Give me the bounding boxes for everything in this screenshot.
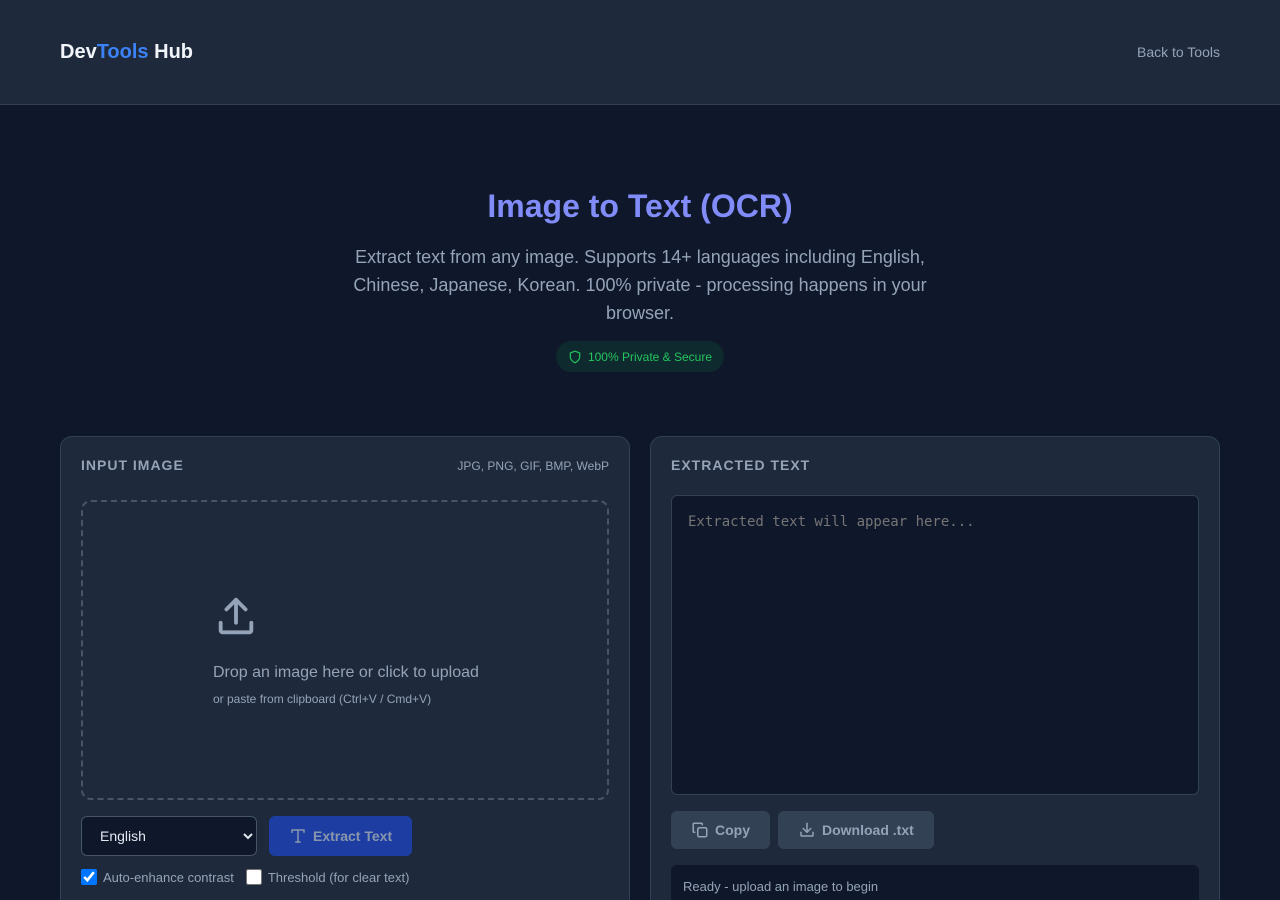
page-description: Extract text from any image. Supports 14… (353, 247, 927, 323)
threshold-label: Threshold (for clear text) (267, 869, 410, 885)
threshold-checkbox[interactable] (245, 869, 262, 885)
privacy-badge-label: 100% Private & Secure (587, 349, 713, 364)
image-dropzone[interactable]: Drop an image here or click to upload or… (81, 500, 609, 800)
page-title: Image to Text (OCR) (487, 188, 793, 224)
auto-enhance-checkbox[interactable] (81, 869, 97, 885)
input-panel-title: INPUT IMAGE (81, 457, 184, 473)
auto-enhance-option[interactable]: Auto-enhance contrast (81, 869, 234, 885)
language-select[interactable]: English (81, 816, 257, 856)
upload-icon (218, 597, 254, 635)
download-label: Download .txt (822, 822, 914, 838)
shield-icon (569, 350, 581, 363)
logo-dev: Dev (60, 40, 97, 63)
download-txt-button[interactable]: Download .txt (778, 811, 934, 849)
text-icon (291, 829, 305, 843)
input-panel-header: INPUT IMAGE JPG, PNG, GIF, BMP, WebP (81, 457, 609, 473)
copy-button[interactable]: Copy (671, 811, 770, 849)
extract-text-label: Extract Text (313, 828, 393, 844)
logo[interactable]: DevTools Hub (60, 41, 193, 64)
auto-enhance-label: Auto-enhance contrast (103, 869, 234, 885)
threshold-option[interactable]: Threshold (for clear text) (245, 869, 410, 885)
output-panel-header: EXTRACTED TEXT (671, 457, 1199, 473)
output-actions: Copy Download .txt (671, 811, 934, 849)
output-panel-title: EXTRACTED TEXT (671, 457, 811, 473)
copy-icon (692, 822, 708, 838)
dropzone-main-text: Drop an image here or click to upload (213, 664, 479, 681)
back-to-tools-link[interactable]: Back to Tools (1137, 44, 1220, 60)
input-panel: INPUT IMAGE JPG, PNG, GIF, BMP, WebP Dro… (60, 436, 630, 900)
privacy-badge: 100% Private & Secure (555, 341, 725, 372)
logo-tools: Tools (96, 40, 149, 63)
supported-formats: JPG, PNG, GIF, BMP, WebP (457, 459, 609, 473)
output-panel: EXTRACTED TEXT Copy Download .txt Ready … (650, 436, 1220, 900)
extracted-text-output[interactable] (671, 495, 1199, 795)
dropzone-content: Drop an image here or click to upload or… (213, 594, 479, 706)
download-icon (800, 822, 814, 837)
preprocess-options: Auto-enhance contrast Threshold (for cle… (81, 869, 409, 885)
logo-hub: Hub (148, 40, 193, 63)
input-controls: English Extract Text (81, 816, 413, 856)
copy-label: Copy (715, 822, 750, 838)
hero: Image to Text (OCR) Extract text from an… (0, 105, 1280, 372)
tool-panels: INPUT IMAGE JPG, PNG, GIF, BMP, WebP Dro… (60, 436, 1220, 900)
status-message: Ready - upload an image to begin (671, 865, 1199, 900)
site-header: DevTools Hub Back to Tools (0, 0, 1280, 105)
extract-text-button[interactable]: Extract Text (269, 816, 413, 856)
dropzone-sub-text: or paste from clipboard (Ctrl+V / Cmd+V) (213, 692, 432, 706)
